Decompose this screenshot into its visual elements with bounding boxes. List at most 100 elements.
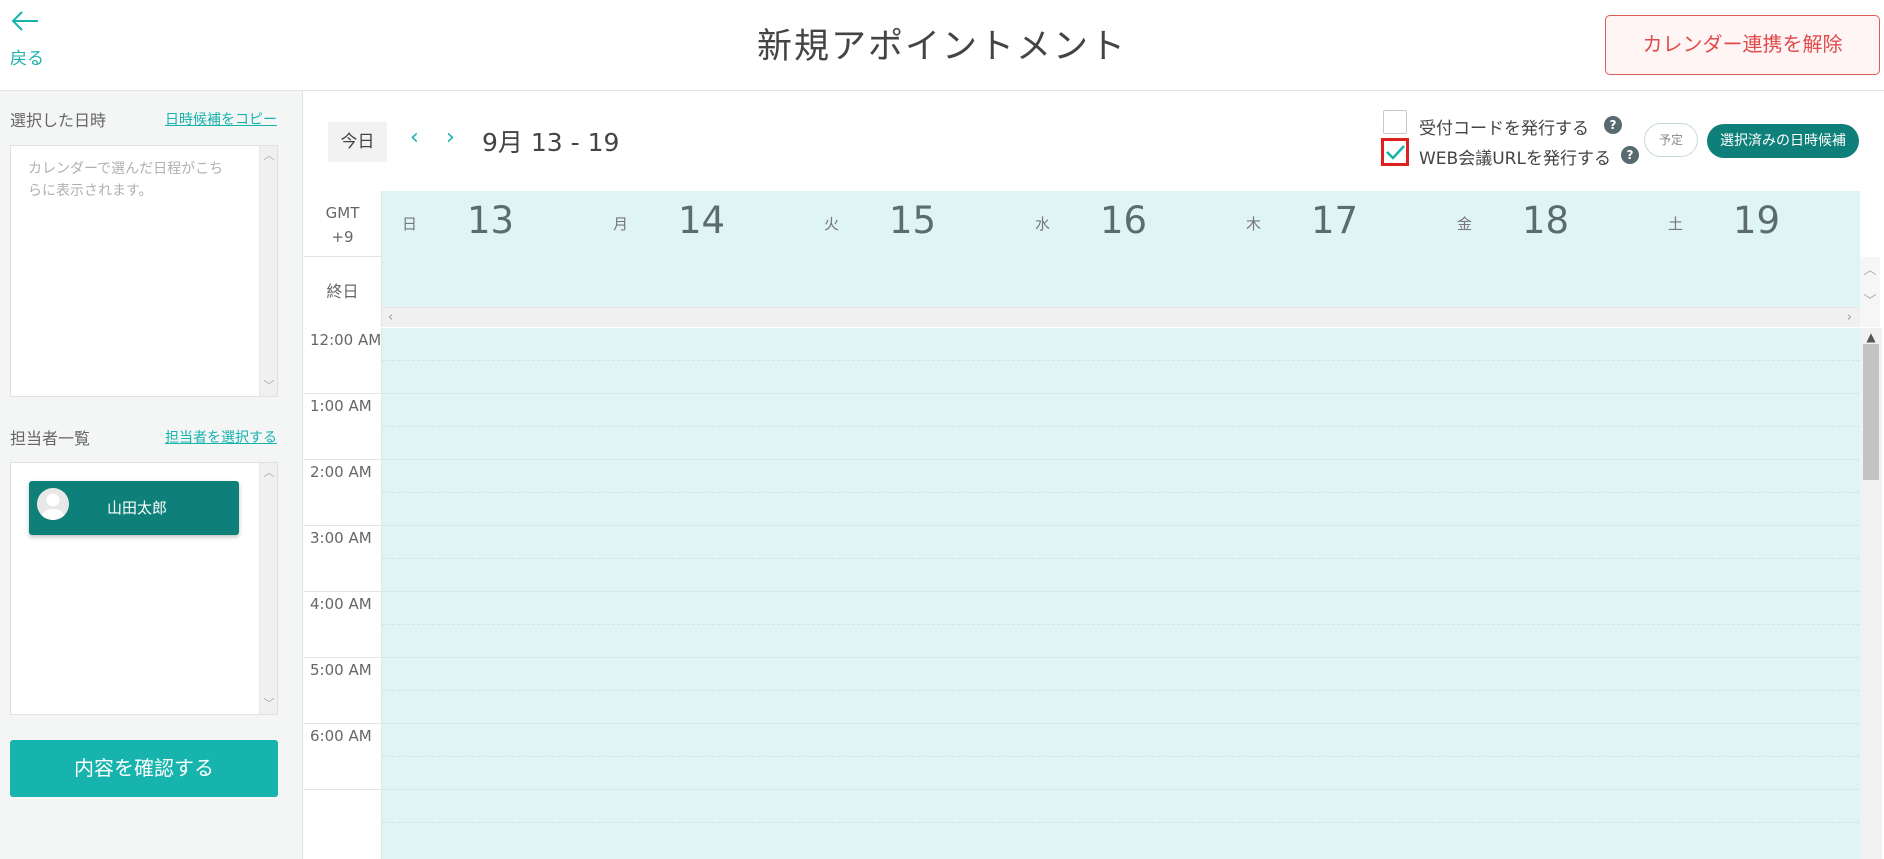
chevron-down-icon[interactable]: ﹀ xyxy=(260,378,278,394)
allday-horizontal-scrollbar[interactable]: ‹ › xyxy=(382,307,1860,327)
day-of-week: 月 xyxy=(613,215,629,233)
time-label: 5:00 AM xyxy=(310,661,372,679)
time-label: 6:00 AM xyxy=(310,727,372,745)
hour-line xyxy=(382,723,1860,724)
staff-list-title: 担当者一覧 xyxy=(10,429,91,448)
help-icon[interactable]: ? xyxy=(1604,116,1622,134)
half-hour-line xyxy=(382,426,1860,427)
selected-datetime-title: 選択した日時 xyxy=(10,111,107,130)
day-header[interactable]: 木 17 xyxy=(1226,191,1437,257)
time-label: 2:00 AM xyxy=(310,463,372,481)
staff-name: 山田太郎 xyxy=(107,499,168,517)
chevron-up-icon[interactable]: ︿ xyxy=(260,148,278,164)
day-of-week: 水 xyxy=(1035,215,1051,233)
unlink-calendar-button[interactable]: カレンダー連携を解除 xyxy=(1605,15,1880,75)
day-number: 16 xyxy=(1100,199,1148,242)
hour-divider xyxy=(304,657,382,658)
allday-vertical-scrollbar[interactable]: ︿ ﹀ xyxy=(1860,257,1880,327)
half-hour-line xyxy=(382,492,1860,493)
day-of-week: 金 xyxy=(1457,215,1473,233)
day-header[interactable]: 水 16 xyxy=(1015,191,1226,257)
hour-divider xyxy=(304,525,382,526)
avatar xyxy=(37,488,69,520)
half-hour-line xyxy=(382,558,1860,559)
chevron-up-icon[interactable]: ︿ xyxy=(260,465,278,481)
web-meeting-label: WEB会議URLを発行する xyxy=(1419,149,1611,169)
timezone-label: GMT +9 xyxy=(304,191,382,257)
hour-line xyxy=(382,657,1860,658)
day-of-week: 木 xyxy=(1246,215,1262,233)
hour-line xyxy=(382,525,1860,526)
day-number: 13 xyxy=(467,199,515,242)
confirm-content-button[interactable]: 内容を確認する xyxy=(10,740,278,797)
chevron-right-icon[interactable]: › xyxy=(446,125,455,150)
select-staff-link[interactable]: 担当者を選択する xyxy=(165,427,277,447)
staff-list-scrollbar[interactable]: ︿ ﹀ xyxy=(259,463,277,714)
chevron-left-icon[interactable]: ‹ xyxy=(410,125,419,150)
day-number: 15 xyxy=(889,199,937,242)
day-of-week: 日 xyxy=(402,215,418,233)
chevron-up-icon[interactable]: ▲ xyxy=(1860,330,1882,344)
hour-divider xyxy=(304,723,382,724)
day-number: 14 xyxy=(678,199,726,242)
hour-line xyxy=(382,789,1860,790)
day-header[interactable]: 月 14 xyxy=(593,191,804,257)
time-label: 3:00 AM xyxy=(310,529,372,547)
day-number: 19 xyxy=(1733,199,1781,242)
today-button[interactable]: 今日 xyxy=(328,122,387,162)
hour-divider xyxy=(304,459,382,460)
time-grid: 12:00 AM 1:00 AM 2:00 AM 3:00 AM 4:00 AM… xyxy=(304,328,1884,859)
chevron-left-icon[interactable]: ‹ xyxy=(388,310,393,325)
time-label: 12:00 AM xyxy=(310,331,382,349)
day-header-row: 日 13 月 14 火 15 水 16 木 17 金 18 土 19 xyxy=(382,191,1860,257)
date-range: 9月 13 - 19 xyxy=(482,128,620,157)
half-hour-line xyxy=(382,624,1860,625)
half-hour-line xyxy=(382,690,1860,691)
chevron-down-icon[interactable]: ﹀ xyxy=(1860,278,1880,309)
page-title: 新規アポイントメント xyxy=(756,27,1127,67)
allday-row[interactable] xyxy=(382,257,1860,307)
selected-candidates-button[interactable]: 選択済みの日時候補 xyxy=(1707,124,1859,158)
day-number: 18 xyxy=(1522,199,1570,242)
day-header[interactable]: 金 18 xyxy=(1437,191,1648,257)
left-panel: 選択した日時 日時候補をコピー カレンダーで選んだ日程がこちらに表示されます。 … xyxy=(0,91,303,859)
selected-datetime-scrollbar[interactable]: ︿ ﹀ xyxy=(259,146,277,396)
hour-line xyxy=(382,591,1860,592)
hour-divider xyxy=(304,393,382,394)
half-hour-line xyxy=(382,756,1860,757)
day-of-week: 土 xyxy=(1668,215,1684,233)
half-hour-line xyxy=(382,822,1860,823)
scrollbar-thumb[interactable] xyxy=(1863,344,1879,480)
allday-label: 終日 xyxy=(304,257,382,327)
time-grid-scrollbar[interactable]: ▲ xyxy=(1860,328,1882,859)
hour-line xyxy=(382,393,1860,394)
reception-code-checkbox[interactable] xyxy=(1383,110,1407,134)
half-hour-line xyxy=(382,360,1860,361)
selected-datetime-placeholder: カレンダーで選んだ日程がこちらに表示されます。 xyxy=(28,161,224,199)
hour-divider xyxy=(304,591,382,592)
chevron-down-icon[interactable]: ﹀ xyxy=(260,696,278,712)
selected-datetime-box[interactable]: カレンダーで選んだ日程がこちらに表示されます。 ︿ ﹀ xyxy=(10,145,278,397)
staff-member-chip[interactable]: 山田太郎 xyxy=(29,481,239,535)
week-header: GMT +9 終日 日 13 月 14 火 15 水 16 木 17 金 18 … xyxy=(304,191,1884,328)
chevron-up-icon[interactable]: ︿ xyxy=(1860,257,1880,278)
web-meeting-checkbox[interactable] xyxy=(1381,138,1409,166)
help-icon[interactable]: ? xyxy=(1621,146,1639,164)
top-bar: 戻る 新規アポイントメント カレンダー連携を解除 xyxy=(0,0,1884,91)
time-column: 12:00 AM 1:00 AM 2:00 AM 3:00 AM 4:00 AM… xyxy=(304,328,382,859)
schedule-button[interactable]: 予定 xyxy=(1644,123,1698,157)
day-header[interactable]: 日 13 xyxy=(382,191,593,257)
day-header[interactable]: 火 15 xyxy=(804,191,1015,257)
hour-divider xyxy=(304,789,382,790)
hour-line xyxy=(382,459,1860,460)
chevron-right-icon[interactable]: › xyxy=(1847,310,1852,325)
day-of-week: 火 xyxy=(824,215,840,233)
time-label: 4:00 AM xyxy=(310,595,372,613)
day-header[interactable]: 土 19 xyxy=(1648,191,1859,257)
reception-code-label: 受付コードを発行する xyxy=(1419,119,1589,139)
calendar-area: 今日 ‹ › 9月 13 - 19 受付コードを発行する ? WEB会議URLを… xyxy=(304,91,1884,859)
time-label: 1:00 AM xyxy=(310,397,372,415)
copy-candidates-link[interactable]: 日時候補をコピー xyxy=(165,109,277,129)
time-slots[interactable] xyxy=(382,328,1860,859)
day-number: 17 xyxy=(1311,199,1359,242)
